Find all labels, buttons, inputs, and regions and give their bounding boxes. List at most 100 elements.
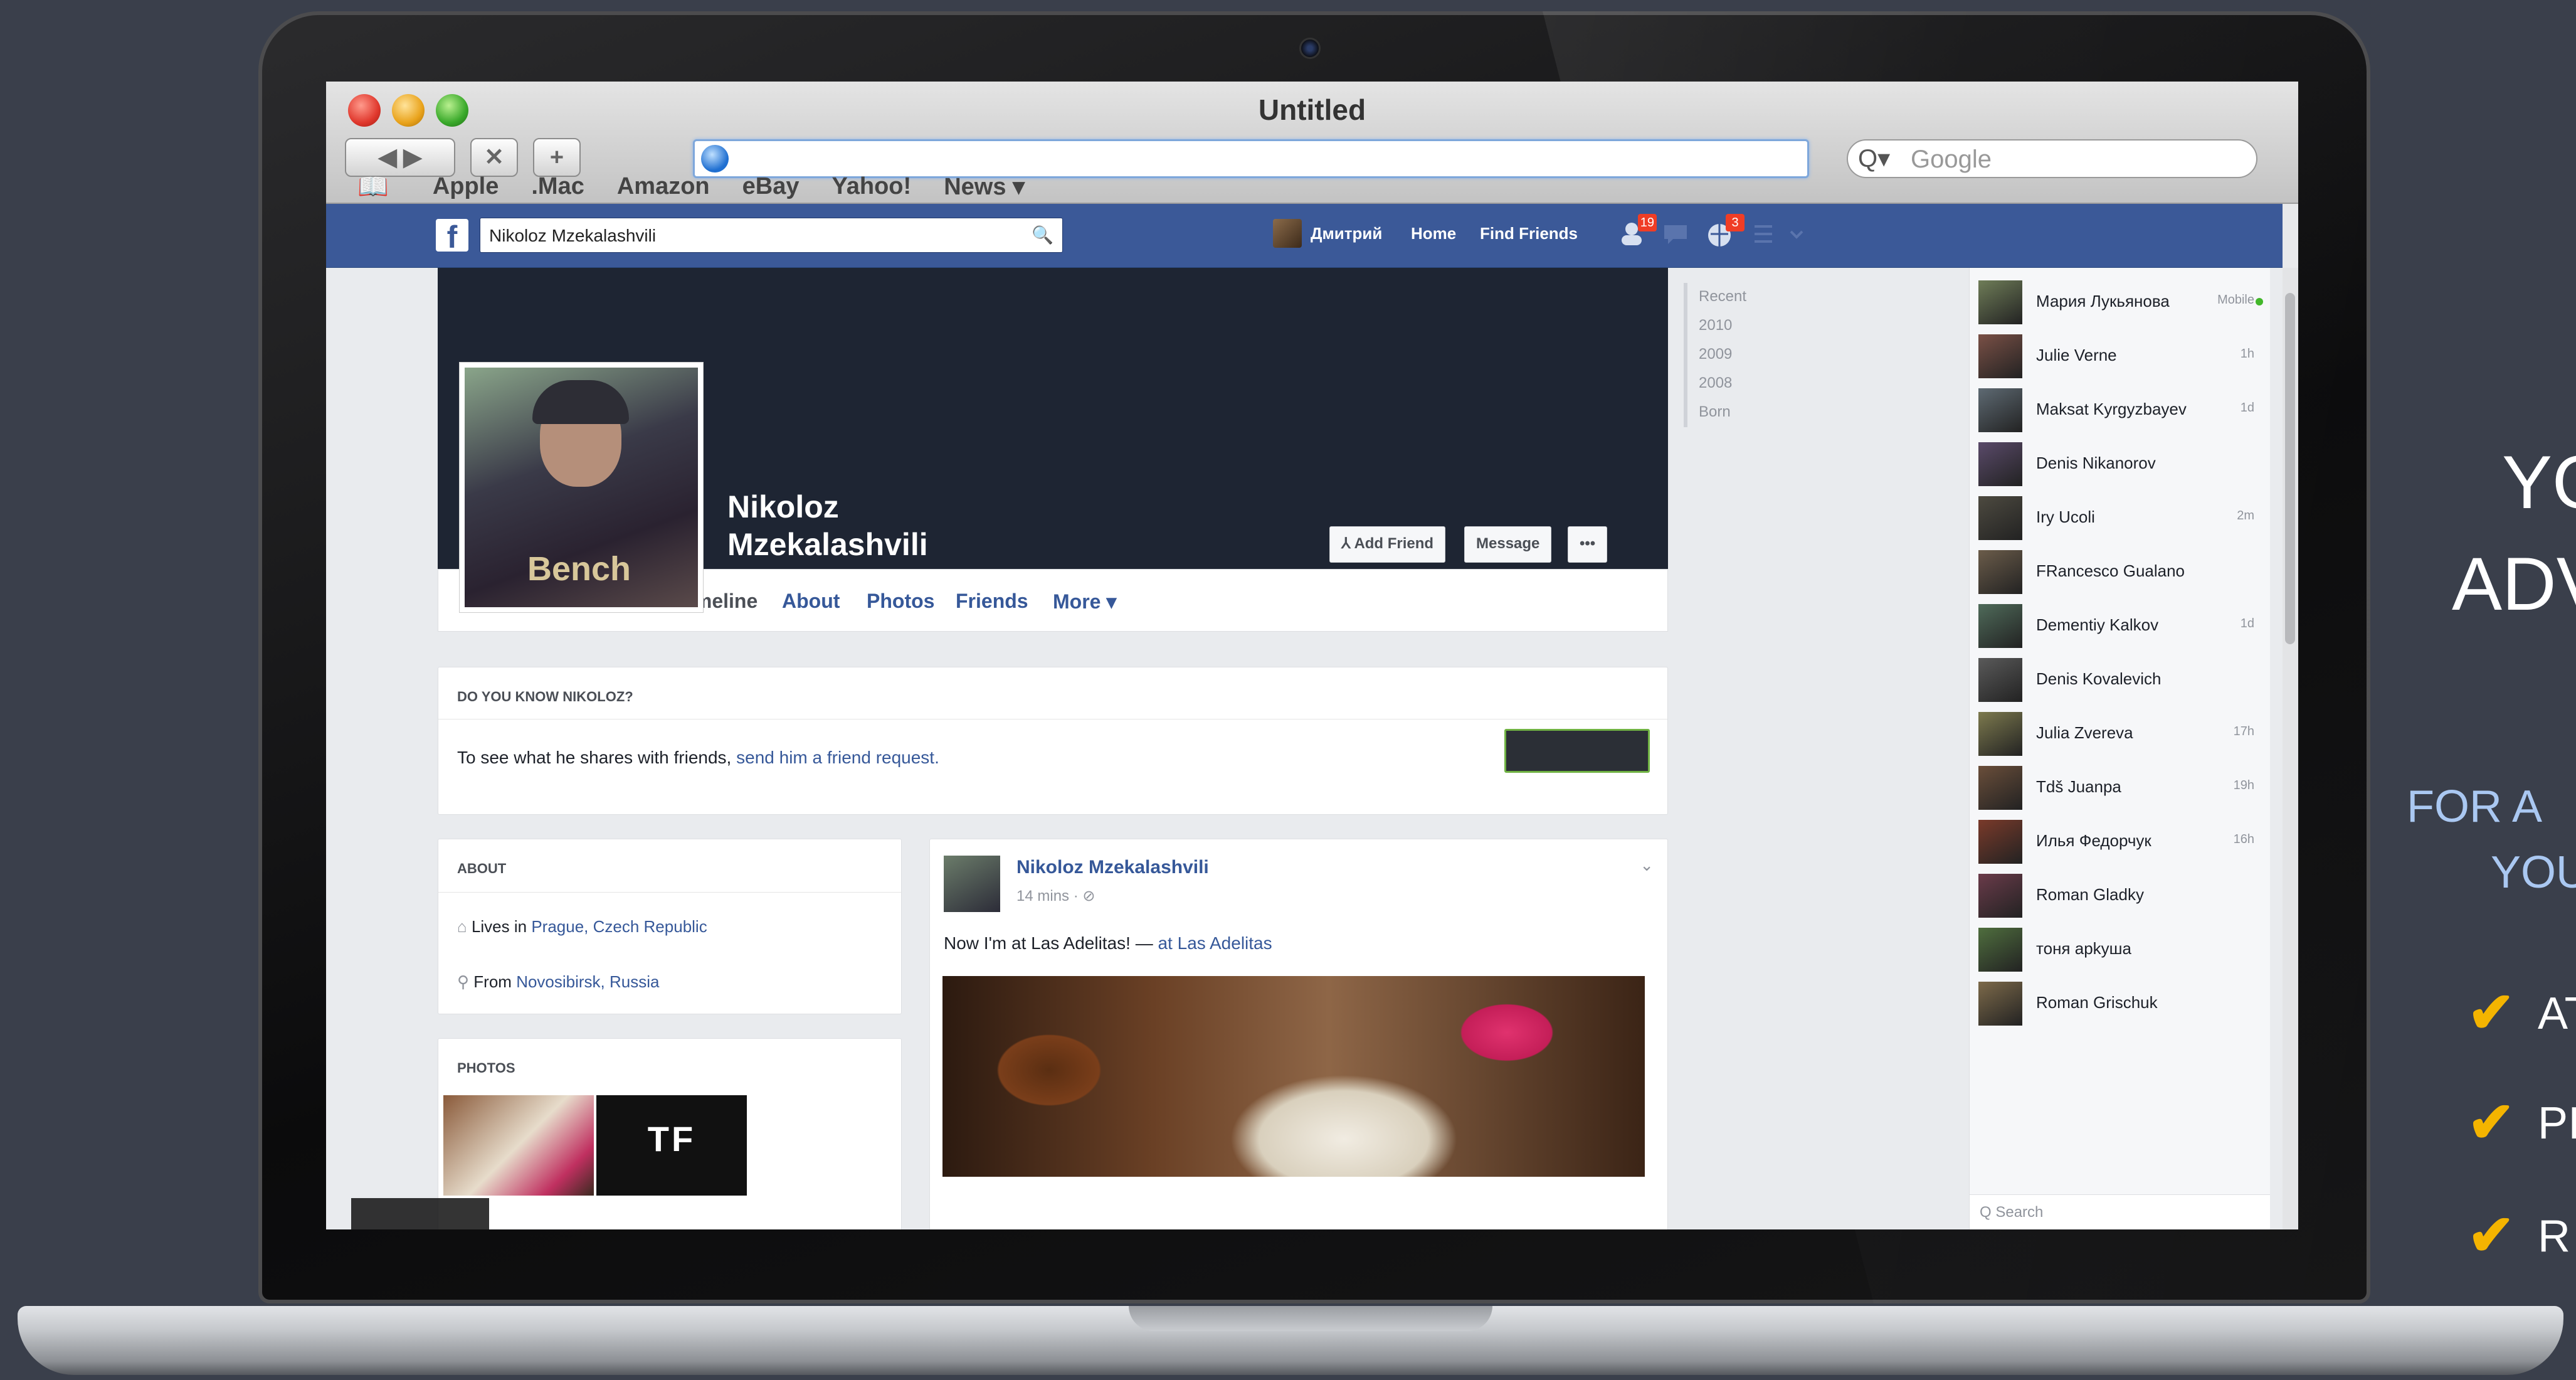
laptop-screen: Untitled ◀ ▶ ✕ + Q▾ Google 📖 Apple .Mac … [326, 82, 2298, 1229]
chat-contact[interactable]: Roman Grischuk [1978, 978, 2267, 1028]
lives-in-link[interactable]: Prague, Czech Republic [531, 917, 707, 936]
friend-request-text: To see what he shares with friends, send… [457, 748, 939, 768]
facebook-logo-icon[interactable]: f [436, 219, 468, 255]
facebook-header: f Nikoloz Mzekalashvili 🔍 Дмитрий Home F… [326, 204, 2283, 268]
post-author-avatar[interactable] [944, 856, 1000, 912]
about-card: ABOUT ⌂ Lives in Prague, Czech Republic … [438, 839, 902, 1014]
chat-contact[interactable]: Julie Verne 1h [1978, 331, 2267, 381]
nav-find-friends-link[interactable]: Find Friends [1480, 224, 1578, 243]
promo-headline-1: YO [2502, 440, 2576, 524]
browser-search-field[interactable]: Q▾ Google [1847, 139, 2257, 178]
browser-toolbar: Untitled ◀ ▶ ✕ + Q▾ Google 📖 Apple .Mac … [326, 82, 2298, 204]
tab-about[interactable]: About [782, 590, 840, 613]
from-link[interactable]: Novosibirsk, Russia [516, 972, 659, 991]
send-friend-request-link[interactable]: send him a friend request. [736, 748, 939, 767]
chat-contact[interactable]: Мария Лукьянова Mobile [1978, 277, 2267, 327]
chat-contact[interactable]: Dementiy Kalkov 1d [1978, 600, 2267, 650]
chat-contact[interactable]: Tdš Juanpa 19h [1978, 762, 2267, 812]
notifications-badge: 3 [1726, 214, 1745, 231]
post-options-chevron-icon[interactable]: ⌄ [1640, 856, 1654, 875]
contact-name: Мария Лукьянова [2036, 292, 2170, 310]
post-place-link[interactable]: Las Adelitas [1178, 933, 1272, 953]
checkmark-icon: ✔ [2468, 1091, 2515, 1154]
more-options-button[interactable]: ••• [1568, 526, 1608, 563]
chat-contact[interactable]: тоня арkуша [1978, 924, 2267, 974]
chat-contact[interactable]: Илья Федорчук 16h [1978, 816, 2267, 866]
contact-avatar [1978, 928, 2022, 972]
account-menu-chevron-icon[interactable] [1787, 221, 1817, 249]
nav-user-name[interactable]: Дмитрий [1311, 224, 1382, 243]
post-timestamp[interactable]: 14 mins · ⊘ [1016, 887, 1095, 905]
year-2008[interactable]: 2008 [1687, 369, 1753, 398]
tab-photos[interactable]: Photos [867, 590, 934, 613]
contact-status: 1d [2240, 401, 2254, 415]
add-friend-button[interactable]: ⅄ Add Friend [1329, 526, 1446, 563]
facebook-search-input[interactable]: Nikoloz Mzekalashvili 🔍 [480, 218, 1063, 253]
tab-more[interactable]: More ▾ [1053, 590, 1116, 613]
dock-fragment [351, 1198, 489, 1229]
year-born[interactable]: Born [1687, 398, 1753, 427]
contact-name: Julie Verne [2036, 346, 2117, 364]
bookmark-mac[interactable]: .Mac [531, 173, 584, 200]
year-2009[interactable]: 2009 [1687, 341, 1753, 369]
messages-icon[interactable] [1662, 221, 1692, 249]
contact-name: Roman Gladky [2036, 885, 2144, 904]
contact-name: Tdš Juanpa [2036, 777, 2121, 796]
friend-requests-icon[interactable]: 19 [1618, 214, 1657, 249]
bookmark-apple[interactable]: Apple [433, 173, 499, 200]
photo-thumbnail[interactable]: TF [596, 1095, 747, 1196]
chat-contact[interactable]: Denis Nikanorov [1978, 438, 2267, 489]
contact-status: 16h [2233, 832, 2254, 846]
scrollbar-thumb[interactable] [2285, 293, 2295, 644]
search-icon[interactable]: 🔍 [1032, 225, 1053, 245]
bookmark-ebay[interactable]: eBay [742, 173, 800, 200]
photo-shirt-text: Bench [527, 550, 631, 588]
add-friend-action-button[interactable] [1504, 729, 1650, 773]
chat-contact[interactable]: Iry Ucoli 2m [1978, 492, 2267, 543]
notifications-globe-icon[interactable]: 3 [1706, 214, 1745, 249]
profile-photo-image: Bench [465, 368, 698, 607]
contact-name: Iry Ucoli [2036, 507, 2095, 526]
post-food-photo[interactable] [942, 976, 1645, 1177]
contact-avatar [1978, 604, 2022, 648]
contact-status: 17h [2233, 724, 2254, 738]
contact-avatar [1978, 334, 2022, 378]
bookmark-amazon[interactable]: Amazon [617, 173, 710, 200]
chat-contact[interactable]: Denis Kovalevich [1978, 654, 2267, 704]
globe-icon [701, 145, 729, 172]
contact-avatar [1978, 874, 2022, 918]
post-author-name[interactable]: Nikoloz Mzekalashvili [1016, 857, 1209, 878]
year-recent[interactable]: Recent [1687, 283, 1753, 312]
promo-check-text: PI [2538, 1098, 2576, 1149]
lives-in-prefix: Lives in [471, 917, 527, 936]
photo-thumbnail[interactable] [443, 1095, 594, 1196]
privacy-shortcuts-icon[interactable] [1750, 221, 1780, 249]
chat-contact[interactable]: Julia Zvereva 17h [1978, 708, 2267, 758]
promo-check-text: R [2538, 1211, 2570, 1261]
bookmarks-book-icon[interactable]: 📖 [357, 172, 389, 201]
tab-friends[interactable]: Friends [956, 590, 1028, 613]
contact-status: 19h [2233, 778, 2254, 792]
chat-search-input[interactable]: Q Search [1970, 1194, 2270, 1229]
bookmark-yahoo[interactable]: Yahoo! [832, 173, 912, 200]
year-2010[interactable]: 2010 [1687, 312, 1753, 341]
nav-home-link[interactable]: Home [1411, 224, 1456, 243]
contact-status: Mobile [2217, 293, 2254, 307]
contact-avatar [1978, 712, 2022, 756]
message-button[interactable]: Message [1464, 526, 1552, 563]
window-title: Untitled [1258, 93, 1366, 126]
checkmark-icon: ✔ [2468, 1204, 2515, 1267]
facebook-page: Bench Nikoloz Mzekalashvili ⅄ Add Friend… [326, 268, 2283, 1229]
contact-avatar [1978, 982, 2022, 1026]
user-avatar[interactable] [1273, 219, 1302, 248]
chat-contact[interactable]: FRancesco Gualano [1978, 546, 2267, 597]
lives-in-row: ⌂ Lives in Prague, Czech Republic [457, 917, 707, 937]
bookmark-news[interactable]: News ▾ [944, 172, 1025, 201]
chat-contact[interactable]: Maksat Kyrgyzbayev 1d [1978, 385, 2267, 435]
contact-avatar [1978, 280, 2022, 324]
page-scrollbar[interactable] [2283, 268, 2298, 1229]
chat-contact[interactable]: Roman Gladky [1978, 870, 2267, 920]
profile-first-name: Nikoloz [727, 489, 839, 524]
contact-name: Dementiy Kalkov [2036, 615, 2159, 634]
profile-picture[interactable]: Bench [459, 362, 704, 613]
